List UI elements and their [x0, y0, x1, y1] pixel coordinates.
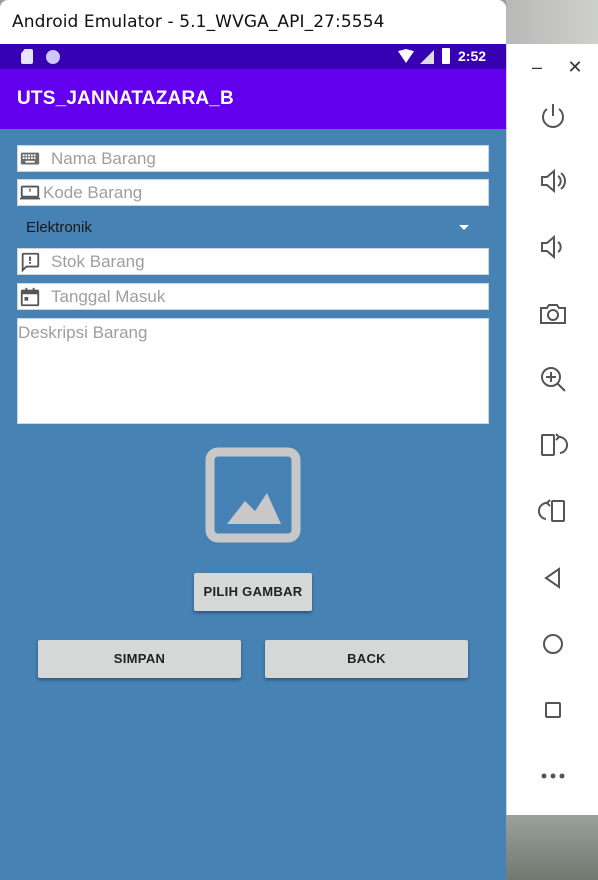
back-button[interactable]: BACK [265, 640, 468, 678]
minimize-button[interactable]: – [527, 57, 547, 77]
sd-card-icon [21, 49, 33, 64]
nav-overview-button[interactable] [535, 692, 571, 728]
emulator-window: Android Emulator - 5.1_WVGA_API_27:5554 … [0, 0, 598, 880]
desktop-backdrop [506, 0, 598, 44]
notification-dot-icon [46, 50, 60, 64]
window-title: Android Emulator - 5.1_WVGA_API_27:5554 [12, 12, 385, 32]
power-icon [542, 104, 564, 128]
home-icon [543, 634, 563, 654]
wifi-icon [398, 49, 414, 63]
camera-icon [540, 304, 566, 324]
volume-down-button[interactable] [535, 229, 571, 265]
pilih-gambar-button[interactable]: PILIH GAMBAR [194, 573, 312, 611]
kategori-spinner[interactable]: Elektronik [17, 214, 489, 244]
tanggal-masuk-placeholder: Tanggal Masuk [51, 287, 166, 306]
volume-down-icon [541, 234, 562, 260]
message-icon [21, 252, 40, 273]
volume-up-button[interactable] [535, 163, 571, 199]
nama-barang-placeholder: Nama Barang [51, 149, 156, 168]
zoom-button[interactable] [535, 361, 571, 397]
volume-up-icon [541, 168, 566, 194]
desktop-backdrop-bottom [506, 815, 598, 880]
toolbar-header: – ✕ [507, 44, 598, 88]
deskripsi-barang-placeholder: Deskripsi Barang [18, 323, 148, 342]
rotate-right-button[interactable] [535, 493, 571, 529]
image-icon[interactable] [205, 447, 301, 543]
overview-icon [545, 702, 561, 718]
rotate-left-button[interactable] [535, 427, 571, 463]
kode-barang-placeholder: Kode Barang [43, 183, 143, 202]
stok-barang-field[interactable]: Stok Barang [17, 248, 489, 275]
power-button[interactable] [535, 98, 571, 134]
calendar-icon [20, 287, 40, 307]
back-icon [544, 567, 560, 589]
battery-icon [442, 48, 450, 64]
window-title-bar[interactable]: Android Emulator - 5.1_WVGA_API_27:5554 [0, 0, 506, 44]
emulator-toolbar: – ✕ [506, 44, 598, 815]
screenshot-button[interactable] [535, 296, 571, 332]
status-time: 2:52 [458, 48, 487, 64]
nama-barang-field[interactable]: Nama Barang [17, 145, 489, 172]
signal-icon [420, 50, 434, 64]
status-bar: 2:52 [0, 44, 506, 69]
nav-home-button[interactable] [535, 626, 571, 662]
dropdown-arrow-icon [459, 225, 469, 230]
close-button[interactable]: ✕ [565, 57, 585, 77]
keyboard-icon [20, 152, 40, 165]
tanggal-masuk-field[interactable]: Tanggal Masuk [17, 283, 489, 310]
simpan-button[interactable]: SIMPAN [38, 640, 241, 678]
stok-barang-placeholder: Stok Barang [51, 252, 145, 271]
more-icon [541, 773, 565, 779]
more-button[interactable] [535, 758, 571, 794]
deskripsi-barang-field[interactable]: Deskripsi Barang [17, 318, 489, 424]
rotate-right-icon [537, 499, 565, 522]
kode-barang-field[interactable]: Kode Barang [17, 179, 489, 206]
app-title: UTS_JANNATAZARA_B [17, 88, 234, 109]
device-screen: 2:52 UTS_JANNATAZARA_B Nama Barang Kode … [0, 44, 506, 880]
kategori-selected: Elektronik [26, 219, 92, 236]
app-bar: UTS_JANNATAZARA_B [0, 69, 506, 129]
zoom-icon [541, 367, 566, 392]
laptop-icon [19, 185, 41, 200]
nav-back-button[interactable] [535, 560, 571, 596]
rotate-left-icon [541, 433, 569, 456]
